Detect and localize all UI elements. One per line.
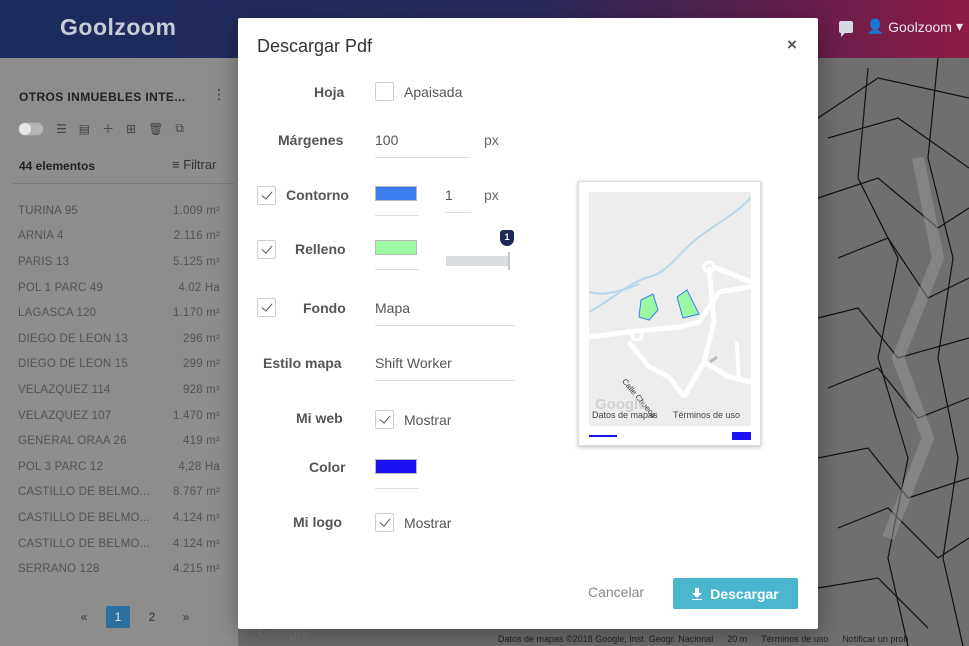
outline-width-unit: px bbox=[484, 187, 499, 203]
my-web-show-label[interactable]: Mostrar bbox=[404, 412, 451, 428]
color-label: Color bbox=[309, 459, 346, 475]
preview-map-drawing bbox=[589, 196, 751, 399]
fill-opacity-slider-fill bbox=[446, 256, 510, 266]
preview-web-line bbox=[589, 435, 617, 437]
map-style-label: Estilo mapa bbox=[263, 355, 342, 371]
close-icon[interactable]: × bbox=[784, 36, 800, 54]
download-button[interactable]: Descargar bbox=[673, 578, 798, 609]
preview-map: Calle Chueca Google Datos de mapas Térmi… bbox=[589, 192, 751, 426]
margins-label: Márgenes bbox=[278, 132, 344, 148]
my-logo-checkbox[interactable] bbox=[375, 513, 394, 532]
my-web-checkbox[interactable] bbox=[375, 410, 394, 429]
background-label: Fondo bbox=[303, 300, 346, 316]
my-logo-label: Mi logo bbox=[293, 514, 342, 530]
dialog-title: Descargar Pdf bbox=[257, 36, 373, 56]
background-checkbox[interactable] bbox=[257, 298, 276, 317]
outline-checkbox[interactable] bbox=[257, 186, 276, 205]
preview-map-data: Datos de mapas bbox=[592, 410, 658, 420]
download-pdf-dialog: Descargar Pdf × Hoja Apaisada Márgenes 1… bbox=[238, 18, 818, 629]
cancel-button[interactable]: Cancelar bbox=[588, 584, 644, 600]
outline-color-picker[interactable] bbox=[375, 186, 419, 216]
preview-terms: Términos de uso bbox=[673, 410, 741, 420]
fill-checkbox[interactable] bbox=[257, 240, 276, 259]
web-color-swatch bbox=[375, 459, 417, 474]
landscape-checkbox[interactable] bbox=[375, 82, 394, 101]
fill-opacity-tooltip: 1 bbox=[500, 230, 514, 246]
fill-label: Relleno bbox=[295, 241, 346, 257]
map-style-select[interactable]: Shift Worker bbox=[375, 355, 515, 381]
download-icon bbox=[692, 587, 703, 600]
outline-label: Contorno bbox=[286, 187, 349, 203]
margins-input[interactable]: 100 bbox=[375, 132, 470, 158]
preview-logo bbox=[732, 432, 751, 440]
download-label: Descargar bbox=[710, 585, 779, 602]
landscape-label[interactable]: Apaisada bbox=[404, 84, 462, 100]
preview-parcel-1 bbox=[638, 293, 659, 321]
my-logo-show-label[interactable]: Mostrar bbox=[404, 515, 451, 531]
preview-parcel-2 bbox=[676, 289, 700, 319]
fill-opacity-slider-thumb[interactable] bbox=[508, 252, 510, 270]
sheet-label: Hoja bbox=[314, 84, 345, 100]
pdf-preview: Calle Chueca Google Datos de mapas Térmi… bbox=[578, 181, 761, 446]
outline-width-input[interactable]: 1 bbox=[445, 187, 471, 213]
my-web-label: Mi web bbox=[296, 410, 343, 426]
outline-color-swatch bbox=[375, 186, 417, 201]
fill-color-picker[interactable] bbox=[375, 240, 419, 270]
background-select[interactable]: Mapa bbox=[375, 300, 515, 326]
fill-color-swatch bbox=[375, 240, 417, 255]
fill-opacity-slider[interactable] bbox=[446, 256, 510, 266]
web-color-picker[interactable] bbox=[375, 459, 419, 489]
margins-unit: px bbox=[484, 132, 499, 148]
